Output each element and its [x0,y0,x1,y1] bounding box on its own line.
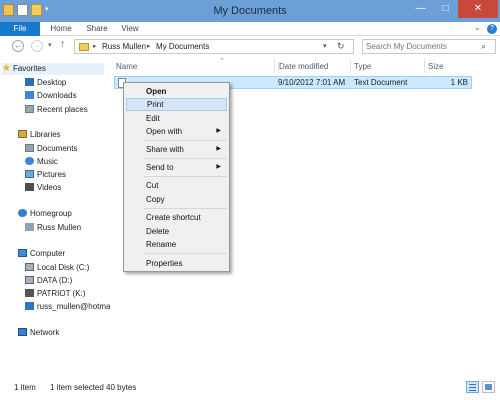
submenu-arrow-icon: ▶ [216,164,221,170]
help-icon[interactable]: ? [487,24,497,34]
nav-documents[interactable]: Documents [25,143,77,155]
menu-item-rename[interactable]: Rename [126,238,227,251]
menu-item-properties[interactable]: Properties [126,257,227,270]
search-box[interactable]: ⌕ [362,39,496,54]
tab-share[interactable]: Share [82,22,112,36]
nav-libraries[interactable]: Libraries [18,129,61,141]
up-button[interactable]: ↑ [60,39,65,50]
homegroup-icon [18,209,27,217]
nav-videos[interactable]: Videos [25,182,61,194]
breadcrumb-my-documents[interactable]: My Documents [156,40,209,53]
nav-patriot-k[interactable]: PATRIOT (K:) [25,288,85,300]
menu-separator [144,208,227,209]
close-button[interactable]: ✕ [458,0,498,18]
cloud-drive-icon [25,302,34,310]
details-view-button[interactable] [466,381,479,393]
submenu-arrow-icon: ▶ [216,128,221,134]
file-date-modified: 9/10/2012 7:01 AM [278,78,346,87]
menu-item-cut[interactable]: Cut [126,179,227,192]
breadcrumb-separator[interactable]: ▸ [147,40,151,53]
navigation-pane: ★ Favorites Desktop Downloads Recent plac… [0,57,110,375]
expand-ribbon-icon[interactable]: ⌄ [474,23,481,32]
selection-info: 1 item selected 40 bytes [50,383,137,392]
submenu-arrow-icon: ▶ [216,146,221,152]
menu-item-create-shortcut[interactable]: Create shortcut [126,211,227,224]
menu-item-send-to[interactable]: Send to ▶ [126,161,227,174]
nav-network[interactable]: Network [18,327,59,339]
maximize-button[interactable]: □ [433,0,458,18]
menu-item-share-with[interactable]: Share with ▶ [126,143,227,156]
refresh-icon[interactable]: ↻ [337,40,345,53]
search-input[interactable] [366,41,476,52]
folder-icon [79,43,89,51]
menu-separator [144,253,227,254]
libraries-icon [18,130,27,138]
tab-file[interactable]: File [0,22,40,36]
back-button[interactable]: ← [12,40,24,52]
menu-item-edit[interactable]: Edit [126,112,227,125]
nav-pictures[interactable]: Pictures [25,169,66,181]
videos-icon [25,183,34,191]
menu-item-copy[interactable]: Copy [126,193,227,206]
breadcrumb-russ-mullen[interactable]: Russ Mullen [102,40,146,53]
recent-locations-icon[interactable]: ▾ [48,41,52,49]
column-name[interactable]: Name [116,61,137,73]
nav-favorites[interactable]: ★ Favorites [2,63,104,75]
menu-item-print[interactable]: Print [126,98,227,111]
disk-icon [25,263,34,271]
file-size: 1 KB [450,78,468,87]
pictures-icon [25,170,34,178]
item-count: 1 item [14,383,36,392]
forward-button[interactable]: → [31,40,43,52]
column-date-modified[interactable]: Date modified [278,61,328,73]
nav-music[interactable]: Music [25,156,58,168]
menu-item-open-with[interactable]: Open with ▶ [126,125,227,138]
address-row: ← → ▾ ↑ ▸ Russ Mullen ▸ My Documents ▾ ↻… [0,36,500,57]
network-icon [18,328,27,336]
nav-desktop[interactable]: Desktop [25,77,66,89]
sort-caret-icon: ⌃ [219,58,225,65]
minimize-button[interactable]: — [408,0,433,18]
music-icon [25,157,34,165]
nav-data-d[interactable]: DATA (D:) [25,275,72,287]
recent-places-icon [25,105,34,113]
nav-computer[interactable]: Computer [18,248,65,260]
star-icon: ★ [2,63,11,74]
column-type[interactable]: Type [354,61,371,73]
context-menu: Open Print Edit Open with ▶ Share with ▶ S… [123,82,230,272]
desktop-icon [25,78,34,86]
column-size[interactable]: Size [428,61,444,73]
user-icon [25,223,34,231]
menu-item-delete[interactable]: Delete [126,225,227,238]
computer-icon [18,249,27,257]
ribbon-tabs: File Home Share View ⌄ ? [0,22,500,36]
column-divider[interactable] [424,59,425,73]
file-type: Text Document [354,78,408,87]
nav-skydrive[interactable]: russ_mullen@hotma [25,301,110,313]
nav-recent-places[interactable]: Recent places [25,104,88,116]
tab-view[interactable]: View [116,22,144,36]
large-icons-view-button[interactable] [482,381,495,393]
menu-separator [144,176,227,177]
menu-item-open[interactable]: Open [126,85,227,98]
nav-homegroup[interactable]: Homegroup [18,208,72,220]
menu-separator [144,140,227,141]
address-dropdown-icon[interactable]: ▾ [323,40,327,53]
menu-separator [144,158,227,159]
disk-icon [25,276,34,284]
nav-downloads[interactable]: Downloads [25,90,77,102]
address-bar[interactable]: ▸ Russ Mullen ▸ My Documents ▾ ↻ [74,39,354,54]
column-divider[interactable] [350,59,351,73]
nav-homegroup-russ-mullen[interactable]: Russ Mullen [25,222,81,234]
title-bar: ▾ My Documents — □ ✕ [0,0,500,22]
search-icon[interactable]: ⌕ [481,41,486,52]
status-bar: 1 item 1 item selected 40 bytes [0,375,500,400]
nav-local-disk-c[interactable]: Local Disk (C:) [25,262,89,274]
column-divider[interactable] [274,59,275,73]
downloads-icon [25,91,34,99]
breadcrumb-separator[interactable]: ▸ [93,40,97,53]
usb-drive-icon [25,289,34,297]
documents-icon [25,144,34,152]
tab-home[interactable]: Home [46,22,76,36]
